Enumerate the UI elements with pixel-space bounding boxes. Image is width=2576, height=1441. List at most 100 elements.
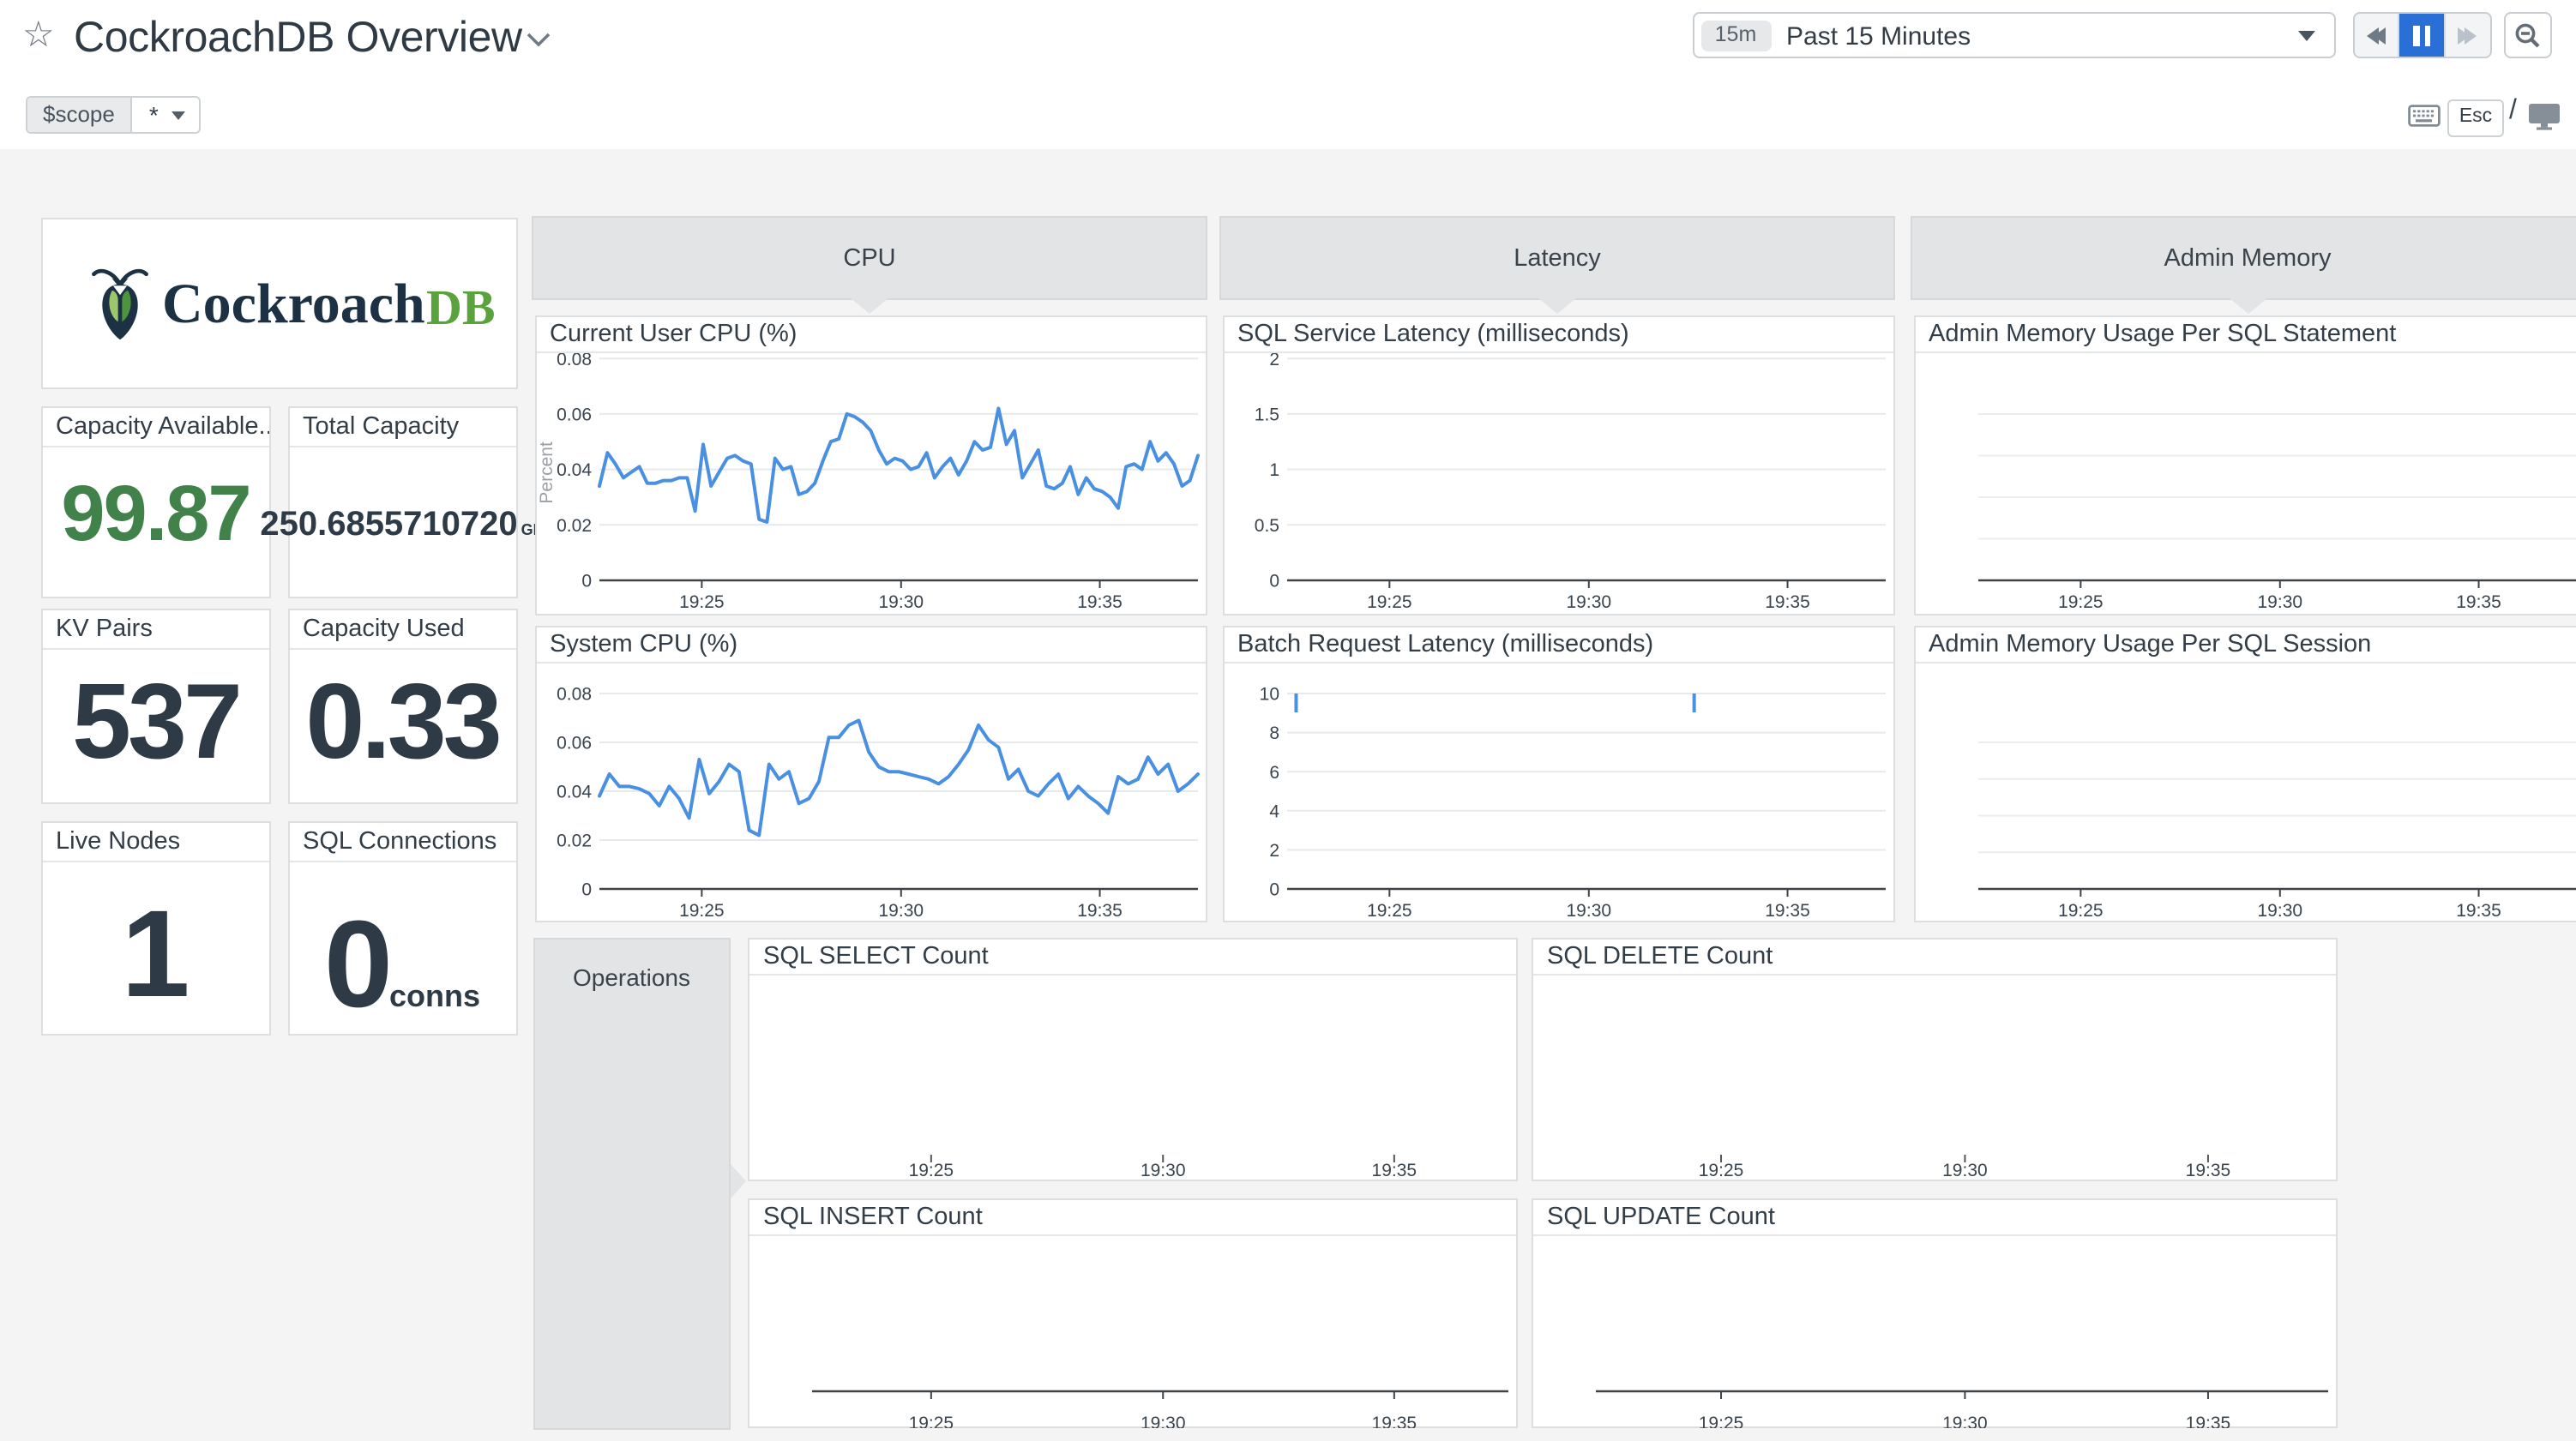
svg-text:19:25: 19:25 xyxy=(678,592,724,612)
stat-capacity-available: Capacity Available... 99.87 xyxy=(40,405,271,597)
svg-text:19:25: 19:25 xyxy=(678,901,724,921)
svg-text:19:30: 19:30 xyxy=(1942,1413,1988,1427)
svg-text:2: 2 xyxy=(1268,841,1279,861)
chart-title: Batch Request Latency (milliseconds) xyxy=(1224,627,1893,663)
svg-text:1: 1 xyxy=(1268,460,1279,480)
stat-title: SQL Connections xyxy=(289,823,515,862)
svg-text:0.5: 0.5 xyxy=(1254,516,1279,536)
time-range-badge: 15m xyxy=(1700,21,1771,51)
chart-title: SQL SELECT Count xyxy=(749,939,1516,975)
rewind-button[interactable] xyxy=(2354,14,2398,57)
chart-batch-request-latency[interactable]: Batch Request Latency (milliseconds) 10 8… xyxy=(1222,626,1894,922)
time-range-label: Past 15 Minutes xyxy=(1786,21,1971,51)
chart-sql-delete-count[interactable]: SQL DELETE Count 19:25 19:30 19:35 xyxy=(1532,937,2338,1180)
esc-key-button[interactable]: Esc xyxy=(2447,99,2504,136)
svg-text:19:30: 19:30 xyxy=(2257,901,2302,921)
stat-kv-pairs: KV Pairs 537 xyxy=(40,608,271,804)
svg-text:19:30: 19:30 xyxy=(1141,1160,1186,1180)
stat-sql-connections: SQL Connections 0 conns xyxy=(287,821,517,1035)
svg-text:0.04: 0.04 xyxy=(556,783,591,802)
svg-text:19:35: 19:35 xyxy=(2455,901,2501,921)
chart-sql-service-latency[interactable]: SQL Service Latency (milliseconds) 21.51… xyxy=(1222,315,1894,615)
svg-text:19:35: 19:35 xyxy=(1764,592,1809,612)
stat-title: Live Nodes xyxy=(42,823,269,862)
scope-dropdown-icon xyxy=(172,111,186,119)
tv-mode-icon[interactable] xyxy=(2528,103,2561,130)
svg-text:19:30: 19:30 xyxy=(1942,1160,1988,1180)
svg-text:0.02: 0.02 xyxy=(556,832,591,851)
scope-template-variable[interactable]: $scope * xyxy=(26,96,202,134)
svg-text:19:35: 19:35 xyxy=(1764,901,1809,921)
pause-button[interactable] xyxy=(2398,14,2443,57)
chart-sql-insert-count[interactable]: SQL INSERT Count 19:2519:3019:35 xyxy=(748,1198,1518,1427)
svg-text:0.02: 0.02 xyxy=(556,516,591,536)
playback-controls xyxy=(2352,12,2491,58)
group-header-cpu[interactable]: CPU xyxy=(532,215,1207,299)
group-header-operations[interactable]: Operations xyxy=(533,937,731,1429)
stat-live-nodes: Live Nodes 1 xyxy=(40,821,271,1035)
chart-system-cpu[interactable]: System CPU (%) 0.080.060.040.02019:2519:… xyxy=(534,626,1207,922)
fast-forward-button[interactable] xyxy=(2444,14,2489,57)
svg-text:8: 8 xyxy=(1268,724,1279,743)
scope-variable-value: * xyxy=(149,99,159,131)
zoom-out-button[interactable] xyxy=(2504,12,2552,58)
stat-value: 0.33 xyxy=(289,661,515,783)
svg-text:0: 0 xyxy=(581,880,591,900)
header-bar: ☆ CockroachDB Overview 15m Past 15 Minut… xyxy=(0,0,2576,149)
time-range-selector[interactable]: 15m Past 15 Minutes xyxy=(1692,12,2335,58)
svg-text:10: 10 xyxy=(1259,685,1279,705)
svg-text:0.04: 0.04 xyxy=(556,460,591,480)
svg-text:19:35: 19:35 xyxy=(1076,901,1122,921)
chart-sql-select-count[interactable]: SQL SELECT Count 19:25 19:30 19:35 xyxy=(748,937,1518,1180)
chart-title: Current User CPU (%) xyxy=(536,317,1205,353)
group-header-latency[interactable]: Latency xyxy=(1219,215,1895,299)
chart-admin-memory-statement[interactable]: Admin Memory Usage Per SQL Statement 19:… xyxy=(1913,315,2576,615)
group-title: CPU xyxy=(843,244,895,272)
svg-text:19:30: 19:30 xyxy=(1566,592,1611,612)
logo-wordmark: Cockroach xyxy=(162,273,425,337)
svg-text:19:35: 19:35 xyxy=(2186,1413,2231,1427)
svg-text:0: 0 xyxy=(1268,572,1279,591)
stat-title: Capacity Used xyxy=(289,609,515,649)
stat-unit: conns xyxy=(389,979,480,1015)
svg-text:19:30: 19:30 xyxy=(2257,592,2302,612)
svg-text:19:30: 19:30 xyxy=(878,901,924,921)
svg-text:0.06: 0.06 xyxy=(556,405,591,425)
chart-sql-update-count[interactable]: SQL UPDATE Count 19:2519:3019:35 xyxy=(1532,1198,2338,1427)
chevron-down-icon[interactable] xyxy=(525,31,552,48)
stat-value: 0 xyxy=(324,895,389,1036)
stat-title: Capacity Available... xyxy=(42,407,269,447)
svg-text:19:30: 19:30 xyxy=(878,592,924,612)
logo-widget: Cockroach DB xyxy=(40,217,517,388)
group-title: Operations xyxy=(534,963,729,990)
stat-value: 99.87 xyxy=(42,465,269,558)
scope-variable-name: $scope xyxy=(27,98,132,132)
pause-icon xyxy=(2413,25,2430,45)
chart-admin-memory-session[interactable]: Admin Memory Usage Per SQL Session 19:25… xyxy=(1913,626,2576,922)
svg-text:19:35: 19:35 xyxy=(1076,592,1122,612)
keyboard-icon[interactable] xyxy=(2408,105,2441,127)
stat-value: 1 xyxy=(42,885,269,1025)
chart-title: Admin Memory Usage Per SQL Session xyxy=(1915,627,2576,663)
svg-text:4: 4 xyxy=(1268,802,1279,821)
group-header-admin-memory[interactable]: Admin Memory xyxy=(1910,215,2576,299)
svg-text:19:25: 19:25 xyxy=(909,1413,954,1427)
svg-text:19:25: 19:25 xyxy=(909,1160,954,1180)
svg-text:0.08: 0.08 xyxy=(556,353,591,369)
svg-text:19:35: 19:35 xyxy=(2186,1160,2231,1180)
chart-current-user-cpu[interactable]: Current User CPU (%) 0.080.060.040.02019… xyxy=(534,315,1207,615)
svg-text:19:35: 19:35 xyxy=(1372,1160,1417,1180)
cockroachdb-logo-icon xyxy=(88,263,150,342)
chart-title: SQL DELETE Count xyxy=(1533,939,2336,975)
chart-title: SQL Service Latency (milliseconds) xyxy=(1224,317,1893,353)
favorite-star-icon[interactable]: ☆ xyxy=(22,17,55,53)
stat-capacity-used: Capacity Used 0.33 xyxy=(287,608,517,804)
svg-text:19:25: 19:25 xyxy=(1699,1160,1744,1180)
chart-title: System CPU (%) xyxy=(536,627,1205,663)
chart-title: SQL UPDATE Count xyxy=(1533,1199,2336,1235)
svg-text:19:35: 19:35 xyxy=(2455,592,2501,612)
svg-text:19:30: 19:30 xyxy=(1566,901,1611,921)
svg-text:19:25: 19:25 xyxy=(2057,592,2103,612)
svg-text:0.08: 0.08 xyxy=(556,685,591,705)
svg-text:19:35: 19:35 xyxy=(1372,1413,1417,1427)
